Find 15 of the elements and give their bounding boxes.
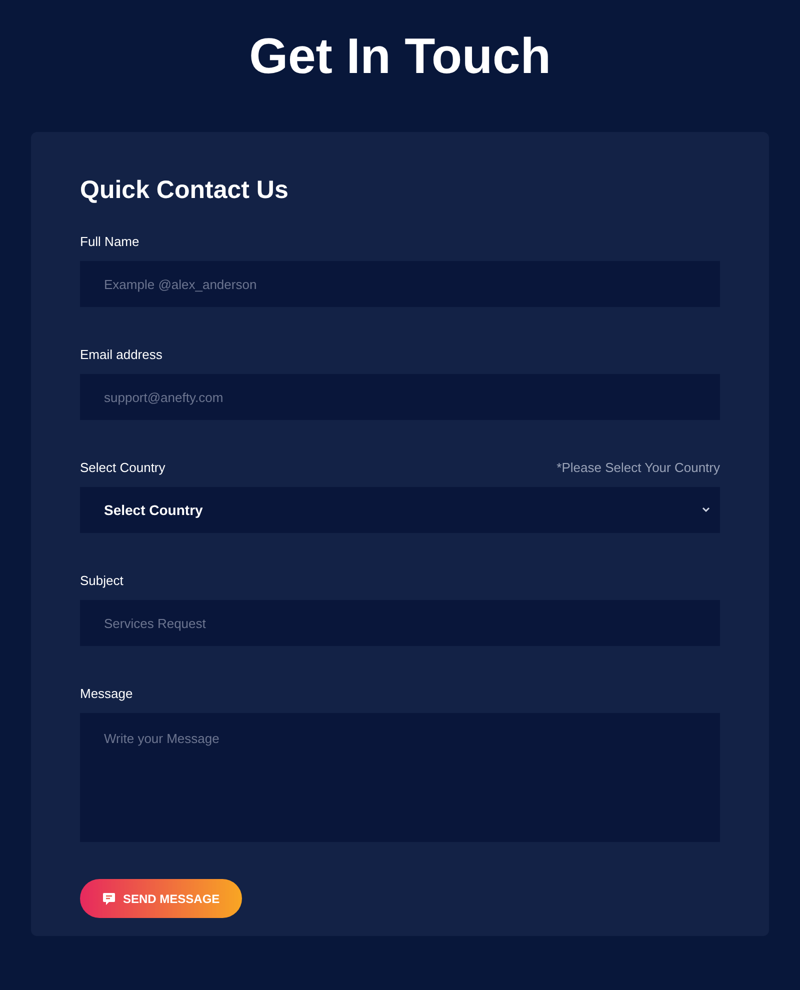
message-field[interactable]: Write your Message bbox=[80, 713, 720, 842]
text-field[interactable]: Services Request bbox=[80, 600, 720, 646]
field-label: Message bbox=[80, 685, 133, 704]
country-select[interactable]: Select Country bbox=[80, 487, 720, 533]
field-hint: *Please Select Your Country bbox=[556, 459, 720, 478]
field-label: Subject bbox=[80, 572, 124, 590]
page-title: Get In Touch bbox=[248, 27, 552, 86]
form-title: Quick Contact Us bbox=[80, 175, 290, 206]
text-field[interactable]: Example @alex_anderson bbox=[80, 261, 720, 307]
chat-bubble-icon bbox=[102, 892, 116, 906]
chevron-down-icon bbox=[702, 507, 710, 513]
field-label: Full Name bbox=[80, 233, 140, 252]
field-label: Select Country bbox=[80, 459, 166, 478]
text-field[interactable]: support@anefty.com bbox=[80, 374, 720, 420]
field-label: Email address bbox=[80, 346, 162, 364]
